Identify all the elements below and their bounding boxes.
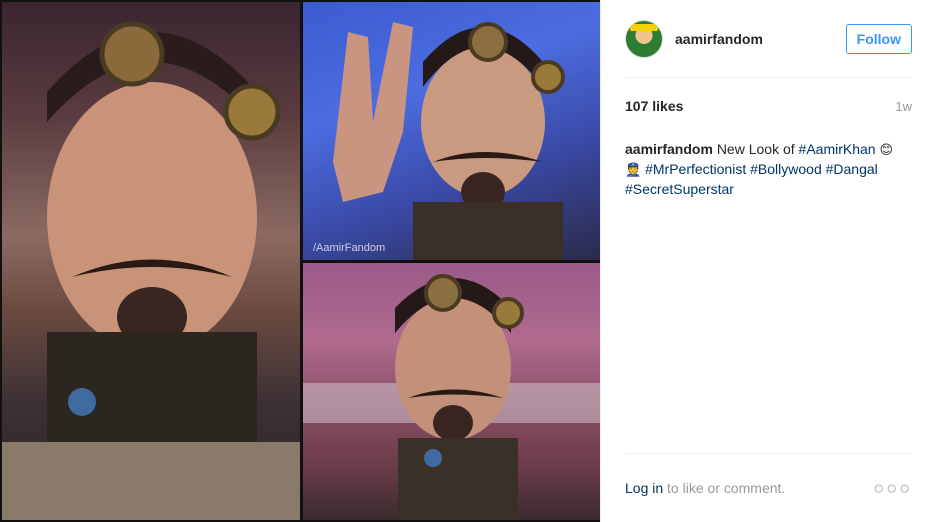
portrait-illustration-bottom-right	[303, 274, 600, 520]
login-prompt-text: to like or comment.	[663, 480, 786, 496]
caption-text: New Look of	[716, 141, 795, 157]
post-footer: Log in to like or comment. ○○○	[625, 453, 912, 522]
police-officer-emoji: 👮	[625, 163, 642, 178]
hashtag-dangal[interactable]: #Dangal	[826, 161, 878, 177]
login-prompt: Log in to like or comment.	[625, 480, 785, 496]
post-photo-collage[interactable]: /AamirFandom	[0, 0, 600, 522]
smile-emoji: 😊	[879, 143, 894, 158]
follow-button[interactable]: Follow	[845, 23, 912, 54]
instagram-post: /AamirFandom aamirfandom Follow 107 like…	[0, 0, 937, 522]
photo-closeup-left	[2, 2, 300, 520]
avatar[interactable]	[625, 19, 663, 58]
post-age[interactable]: 1w	[895, 99, 912, 114]
watermark-text: /AamirFandom	[313, 242, 386, 254]
hashtag-secretsuperstar[interactable]: #SecretSuperstar	[625, 181, 734, 197]
hashtag-mrperfectionist[interactable]: #MrPerfectionist	[645, 161, 746, 177]
photo-talk-bottom-right	[303, 263, 600, 520]
hashtag-aamirkhan[interactable]: #AamirKhan	[799, 141, 876, 157]
post-stats: 107 likes 1w	[625, 78, 912, 114]
portrait-illustration-top-right	[333, 22, 565, 260]
portrait-illustration-left	[2, 21, 300, 520]
post-caption: aamirfandom New Look of #AamirKhan 😊 👮 #…	[625, 140, 912, 199]
more-options-icon[interactable]: ○○○	[873, 478, 912, 499]
post-sidebar: aamirfandom Follow 107 likes 1w aamirfan…	[600, 0, 937, 522]
login-link[interactable]: Log in	[625, 480, 663, 496]
post-header: aamirfandom Follow	[625, 0, 912, 78]
header-username[interactable]: aamirfandom	[675, 31, 846, 47]
photo-wave-top-right: /AamirFandom	[303, 2, 600, 260]
likes-count[interactable]: 107 likes	[625, 98, 683, 114]
hashtag-bollywood[interactable]: #Bollywood	[750, 161, 822, 177]
caption-username[interactable]: aamirfandom	[625, 141, 713, 157]
